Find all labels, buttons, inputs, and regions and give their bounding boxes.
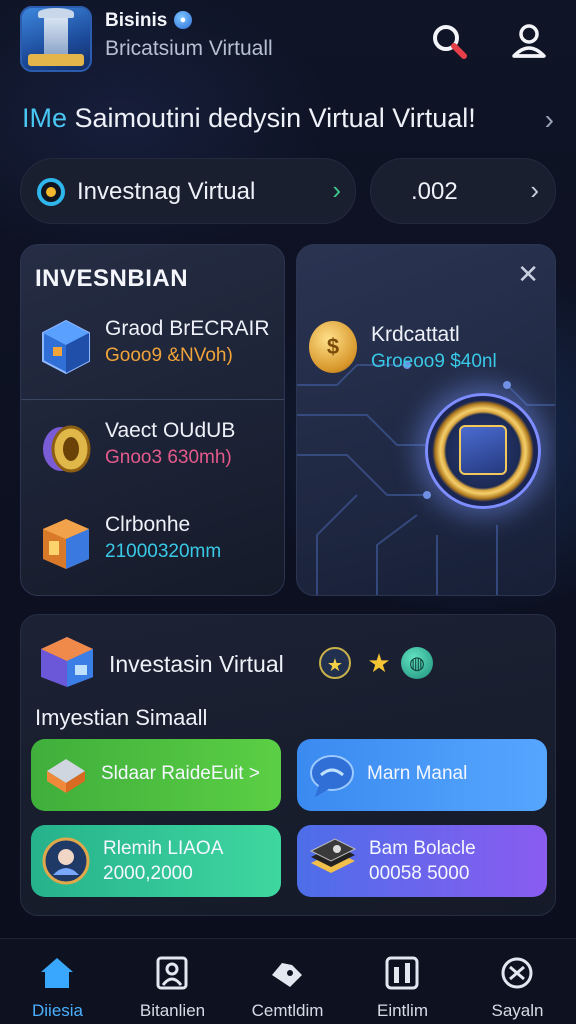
tower-icon: [38, 8, 74, 56]
banner-message: Saimoutini dedysin Virtual Virtual!: [67, 103, 476, 133]
card-title: INVESNBIAN: [35, 265, 189, 292]
app-header: Bisinis ● Bricatsium Virtuall: [0, 0, 576, 90]
invest-panel: Investasin Virtual ★ ★ ◍ Imyestian Simaa…: [20, 614, 556, 916]
status-ring-icon: [37, 178, 65, 206]
divider: [21, 399, 284, 400]
pill-label: Investnag Virtual: [77, 178, 256, 205]
featured-card[interactable]: ✕ $ Krdcattatl Groeoo9 $40nl: [296, 244, 556, 596]
tile-label: Marn Manal: [367, 763, 468, 784]
tile-label: Sldaar RaideEuit >: [101, 763, 260, 784]
invest-virtual-pill[interactable]: Investnag Virtual ›: [20, 158, 356, 224]
app-name: Bisinis: [105, 10, 168, 31]
tile-title: Rlemih LIAOA: [103, 838, 224, 859]
tile-button[interactable]: Rlemih LIAOA 2000,2000: [31, 825, 281, 897]
banner-accent: IMe: [22, 103, 68, 133]
nav-label: Bitanlien: [139, 1001, 206, 1020]
tile-title: Bam Bolacle: [369, 838, 476, 859]
tile-value: 2000,2000: [103, 863, 193, 884]
nav-item-settings[interactable]: Sayaln: [460, 939, 575, 1024]
panel-title: Investasin Virtual: [109, 651, 284, 677]
chevron-right-icon: ›: [332, 175, 341, 205]
item-subtitle: Gnoo3 630mh): [105, 447, 232, 468]
nav-item-deals[interactable]: Cemtldim: [230, 939, 345, 1024]
app-subtitle: Bricatsium Virtuall: [105, 37, 273, 60]
logo-base: [28, 54, 84, 66]
nav-label: Diiesia: [31, 1001, 84, 1020]
medal-emblem: [459, 425, 507, 475]
chat-bubble-icon: [307, 751, 357, 799]
list-item[interactable]: Graod BrECRAIR Gooo9 &NVoh): [35, 311, 280, 391]
list-item[interactable]: Vaect OUdUB Gnoo3 630mh): [35, 413, 280, 493]
item-subtitle: Gooo9 &NVoh): [105, 345, 233, 366]
chevron-right-icon: ›: [544, 104, 554, 135]
handshake-icon: [272, 963, 302, 987]
nav-label: Cemtldim: [251, 1001, 324, 1020]
verified-globe-icon: ●: [174, 11, 192, 29]
featured-title: Krdcattatl: [371, 323, 460, 346]
coin-roll-icon: [39, 419, 93, 477]
globe-icon: ◍: [401, 647, 433, 679]
box-icon: [39, 513, 93, 571]
search-icon: [433, 25, 467, 59]
banner-text: IMe Saimoutini dedysin Virtual Virtual!: [22, 103, 476, 134]
package-icon: [37, 633, 97, 689]
search-button[interactable]: [428, 20, 470, 62]
cube-icon: [39, 317, 93, 375]
item-subtitle: 21000320mm: [105, 541, 222, 562]
investment-list-card: INVESNBIAN Graod BrECRAIR Gooo9 &NVoh) V…: [20, 244, 285, 596]
close-icon[interactable]: ✕: [517, 259, 539, 290]
item-title: Clrbonhe: [105, 513, 191, 536]
nav-label: Eintlim: [376, 1001, 428, 1020]
tile-value: 00058 5000: [369, 863, 470, 884]
user-icon: [512, 24, 546, 58]
featured-subtitle: Groeoo9 $40nl: [371, 351, 497, 372]
tile-button[interactable]: Marn Manal: [297, 739, 547, 811]
person-board-icon: [156, 956, 188, 990]
nav-item-profile-board[interactable]: Bitanlien: [115, 939, 230, 1024]
item-title: Vaect OUdUB: [105, 419, 236, 442]
nav-label: Sayaln: [491, 1001, 544, 1020]
promo-banner[interactable]: IMe Saimoutini dedysin Virtual Virtual! …: [22, 100, 562, 140]
chart-box-icon: [385, 956, 419, 990]
wallet-stack-icon: [307, 837, 357, 885]
star-icon: ★: [367, 648, 391, 678]
settings-icon: [501, 957, 533, 989]
home-icon: [41, 958, 73, 988]
tile-button[interactable]: Sldaar RaideEuit >: [31, 739, 281, 811]
chevron-right-icon: ›: [530, 175, 539, 205]
panel-subtitle: Imyestian Simaall: [35, 705, 208, 730]
tile-button[interactable]: Bam Bolacle 00058 5000: [297, 825, 547, 897]
gem-block-icon: [41, 751, 91, 799]
bottom-nav: Diiesia Bitanlien Cemtldim Eintlim Sayal…: [0, 938, 576, 1024]
pill-value: .002: [411, 178, 458, 205]
star-badge-icon: ★: [319, 647, 351, 679]
profile-button[interactable]: [508, 20, 550, 62]
gold-medal-icon: [425, 393, 541, 509]
item-title: Graod BrECRAIR: [105, 317, 270, 340]
app-logo[interactable]: [20, 6, 92, 72]
value-pill[interactable]: .002 ›: [370, 158, 556, 224]
list-item[interactable]: Clrbonhe 21000320mm: [35, 507, 280, 587]
nav-item-home[interactable]: Diiesia: [0, 939, 115, 1024]
avatar-badge-icon: [41, 837, 91, 885]
dollar-coin-icon: $: [309, 321, 357, 373]
nav-item-stats[interactable]: Eintlim: [345, 939, 460, 1024]
